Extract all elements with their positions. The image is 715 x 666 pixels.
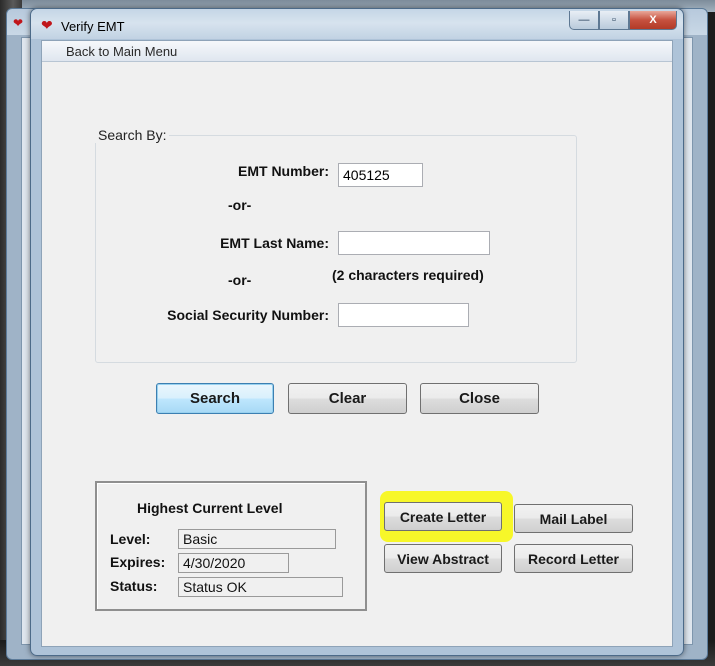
record-letter-button[interactable]: Record Letter bbox=[514, 544, 633, 573]
close-button[interactable]: Close bbox=[420, 383, 539, 414]
level-value: Basic bbox=[178, 529, 336, 549]
emt-number-label: EMT Number: bbox=[238, 163, 329, 179]
search-button[interactable]: Search bbox=[156, 383, 274, 414]
search-by-group bbox=[95, 135, 577, 363]
create-letter-button[interactable]: Create Letter bbox=[384, 502, 502, 531]
minimize-button[interactable]: — bbox=[569, 11, 599, 30]
last-name-label: EMT Last Name: bbox=[220, 235, 329, 251]
close-window-button[interactable]: X bbox=[629, 11, 677, 30]
maximize-button[interactable]: ▫ bbox=[599, 11, 629, 30]
expires-label: Expires: bbox=[110, 554, 166, 570]
status-label: Status: bbox=[110, 578, 158, 594]
emt-number-input[interactable] bbox=[338, 163, 423, 187]
status-value: Status OK bbox=[178, 577, 343, 597]
last-name-input[interactable] bbox=[338, 231, 490, 255]
menu-bar: Back to Main Menu bbox=[42, 41, 672, 62]
ssn-label: Social Security Number: bbox=[167, 307, 329, 323]
highest-level-heading: Highest Current Level bbox=[137, 500, 283, 516]
heart-app-icon: ❤ bbox=[13, 16, 24, 30]
level-label: Level: bbox=[110, 531, 151, 547]
window-controls: — ▫ X bbox=[569, 11, 677, 30]
heart-app-icon: ❤ bbox=[41, 17, 53, 33]
window-client-area: Back to Main Menu Search By: EMT Number:… bbox=[41, 40, 673, 647]
verify-emt-window: ❤ Verify EMT — ▫ X Back to Main Menu Sea… bbox=[30, 8, 684, 656]
window-title: Verify EMT bbox=[61, 19, 125, 34]
view-abstract-button[interactable]: View Abstract bbox=[384, 544, 502, 573]
search-by-legend: Search By: bbox=[95, 127, 170, 143]
clear-button[interactable]: Clear bbox=[288, 383, 407, 414]
mail-label-button[interactable]: Mail Label bbox=[514, 504, 633, 533]
ssn-input[interactable] bbox=[338, 303, 469, 327]
or-separator-2: -or- bbox=[228, 272, 252, 288]
last-name-hint: (2 characters required) bbox=[332, 267, 484, 283]
or-separator-1: -or- bbox=[228, 197, 252, 213]
back-to-main-menu[interactable]: Back to Main Menu bbox=[66, 44, 177, 59]
expires-value: 4/30/2020 bbox=[178, 553, 289, 573]
